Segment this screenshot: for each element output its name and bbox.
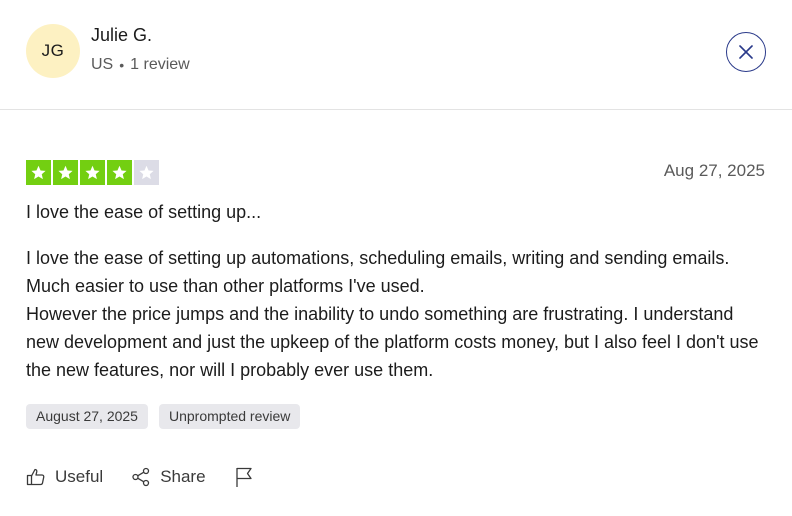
review-title: I love the ease of setting up... (26, 202, 262, 222)
star-filled-icon (26, 160, 51, 185)
unprompted-review-tag[interactable]: Unprompted review (158, 404, 301, 429)
date-of-experience-tag: August 27, 2025 (26, 404, 148, 429)
reviewer-meta: US • 1 review (91, 56, 190, 74)
flag-icon (234, 466, 254, 488)
avatar-initials: JG (41, 41, 65, 60)
reviewer-header: JG Julie G. US • 1 review (0, 0, 792, 110)
close-icon (739, 45, 753, 59)
reviewer-review-count: 1 review (130, 56, 190, 73)
share-icon (131, 467, 151, 487)
star-filled-icon (107, 160, 132, 185)
star-filled-icon (80, 160, 105, 185)
separator-dot: • (119, 57, 125, 73)
avatar: JG (26, 24, 80, 78)
review-body: I love the ease of setting up automation… (26, 244, 771, 384)
share-button[interactable]: Share (131, 467, 206, 487)
close-button[interactable] (726, 32, 766, 72)
review-tags: August 27, 2025 Unprompted review (26, 404, 301, 429)
star-empty-icon (134, 160, 159, 185)
review-date: Aug 27, 2025 (663, 161, 765, 180)
reviewer-country: US (91, 56, 114, 73)
reviewer-name[interactable]: Julie G. (91, 25, 152, 46)
useful-button[interactable]: Useful (26, 467, 103, 487)
review-body-paragraph: I love the ease of setting up automation… (26, 248, 730, 296)
useful-label: Useful (55, 467, 104, 486)
review-body-paragraph: However the price jumps and the inabilit… (26, 304, 759, 380)
share-label: Share (160, 467, 206, 486)
thumbs-up-icon (26, 467, 46, 487)
review-actions: Useful Share (26, 466, 254, 488)
star-filled-icon (53, 160, 78, 185)
report-button[interactable] (234, 466, 254, 488)
review-card: JG Julie G. US • 1 review Aug 27, 2025 I… (0, 0, 792, 516)
star-rating (26, 160, 159, 185)
